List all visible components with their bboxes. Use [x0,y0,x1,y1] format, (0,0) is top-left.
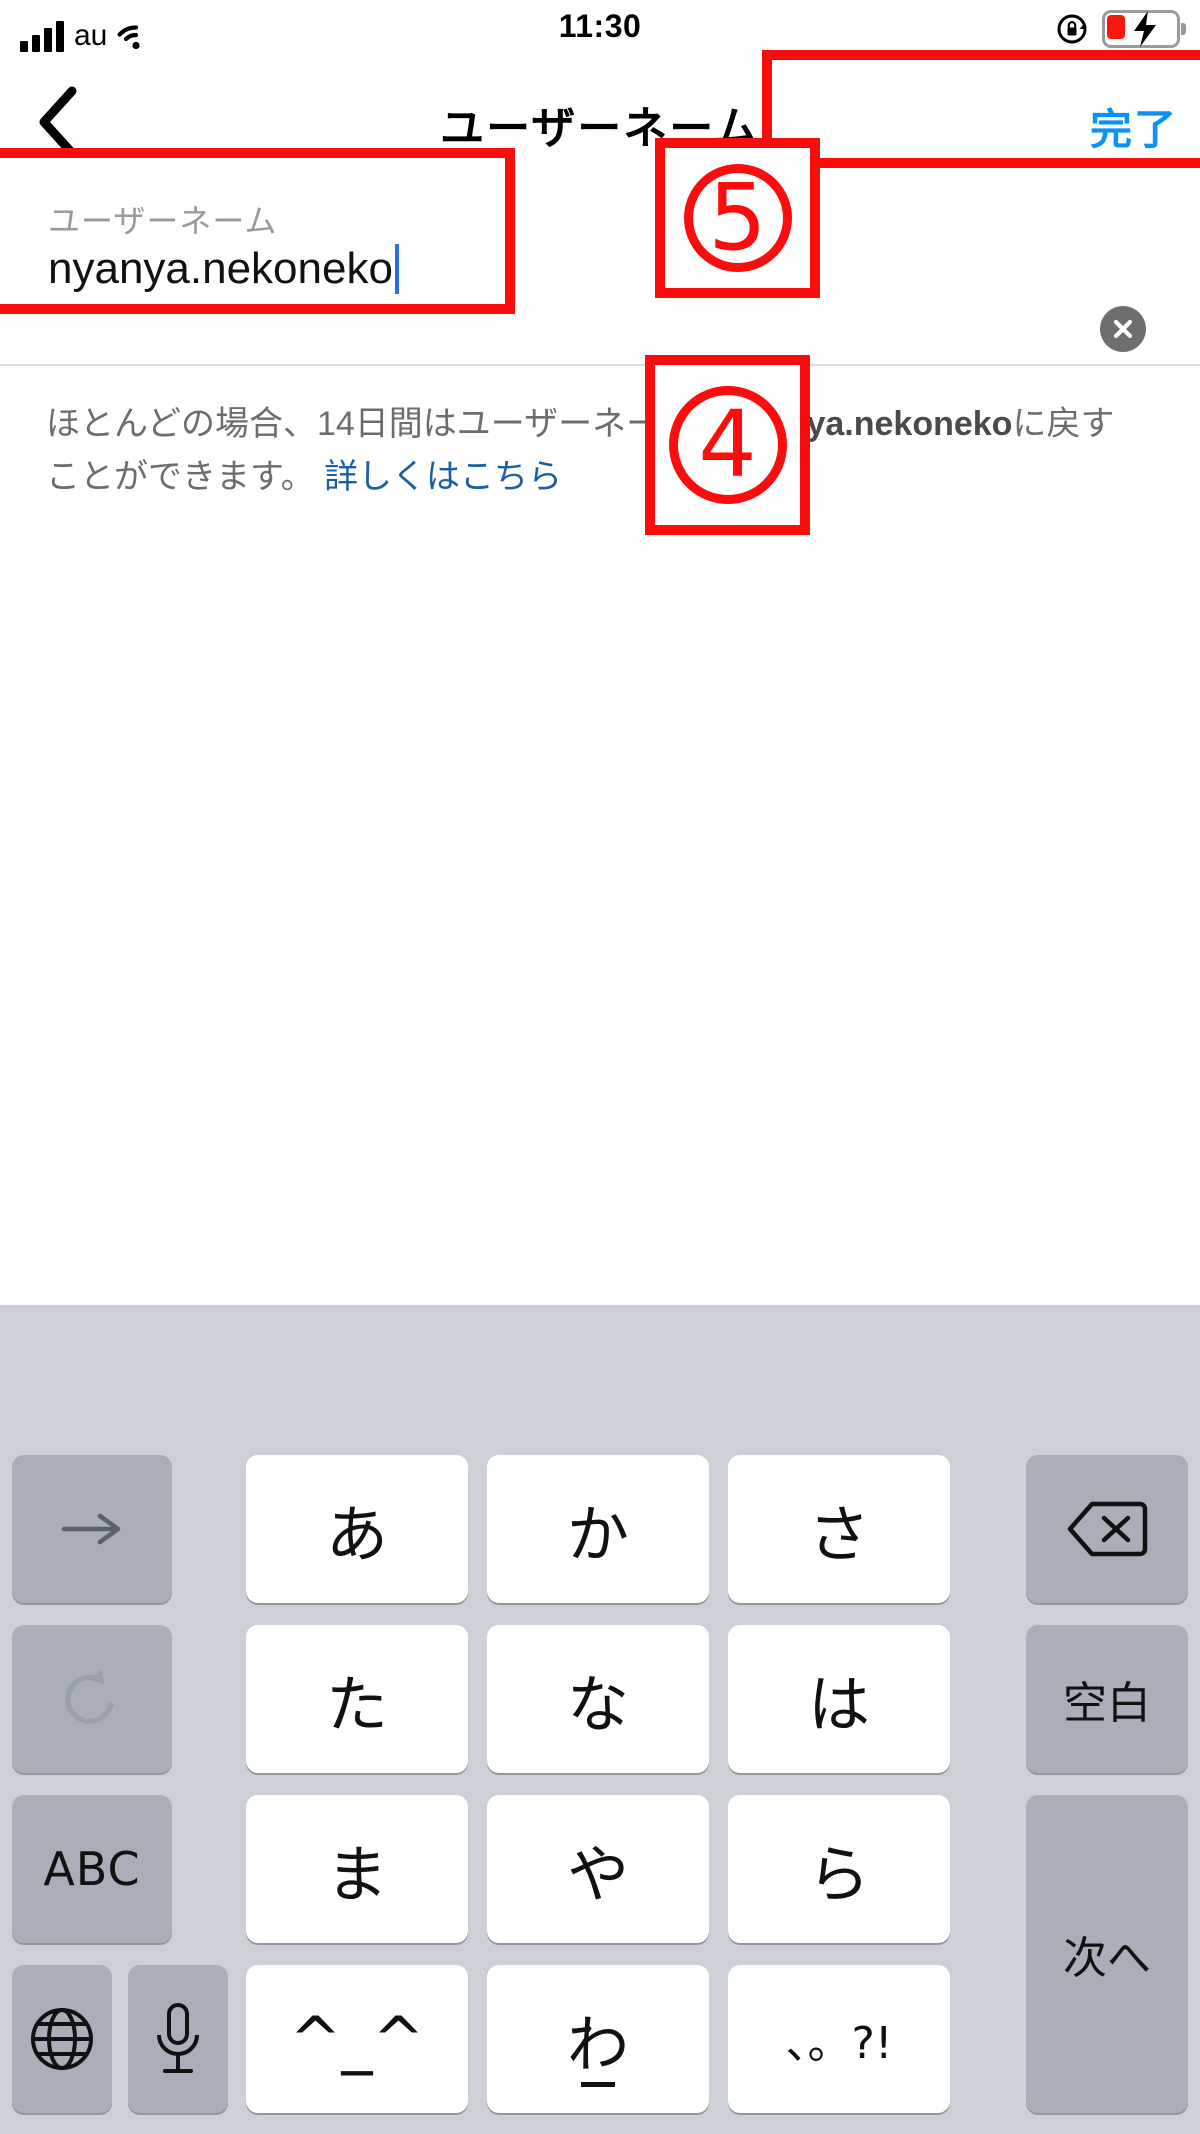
key-na[interactable]: な [487,1625,709,1773]
backspace-icon [1067,1501,1148,1557]
status-bar-right [1054,10,1186,48]
clear-text-button[interactable] [1100,306,1146,352]
annotation-box-done [762,50,1200,168]
key-abc[interactable]: ABC [12,1795,172,1943]
annotation-badge-4-circle: 4 [668,386,787,504]
annotation-badge-5-circle: 5 [683,164,792,272]
clear-circle-x-icon [1113,319,1133,339]
key-undo[interactable] [12,1625,172,1773]
key-wa-label: わ [566,2008,629,2081]
key-ra[interactable]: ら [728,1795,950,1943]
key-ka[interactable]: か [487,1455,709,1603]
key-ta[interactable]: た [246,1625,468,1773]
battery-charging-icon [1102,10,1186,48]
key-emoticon[interactable]: ^_^ [246,1965,468,2113]
key-ma[interactable]: ま [246,1795,468,1943]
phone-screen: au 11:30 ユーザーネーム 完了 ユーザーネーム nyanya.nekon… [0,0,1200,2134]
key-microphone[interactable] [128,1965,228,2113]
key-sa[interactable]: さ [728,1455,950,1603]
learn-more-link[interactable]: 詳しくはこちら [324,458,562,496]
key-a[interactable]: あ [246,1455,468,1603]
key-wa[interactable]: わ [487,1965,709,2113]
status-bar-time: 11:30 [558,8,642,44]
japanese-keyboard: あ か さ た な は 空白 ABC ま や ら 次へ ^_^ わ 、。?! [0,1305,1200,2134]
globe-icon [31,2008,93,2070]
key-ha[interactable]: は [728,1625,950,1773]
annotation-box-field [0,148,515,314]
annotation-badge-4-number: 4 [698,391,757,498]
key-globe[interactable] [12,1965,112,2113]
key-backspace[interactable] [1026,1455,1188,1603]
key-wa-underline [581,2082,615,2087]
microphone-icon [157,2003,199,2073]
annotation-badge-5-number: 5 [708,164,767,271]
helper-text: ほとんどの場合、14日間はユーザーネームをnyanya.nekonekoに戻すこ… [46,398,1146,503]
annotation-badge-4: 4 [645,355,810,535]
field-divider [0,364,1200,366]
arrow-right-icon [61,1513,121,1545]
key-next[interactable]: 次へ [1026,1795,1188,2113]
key-space[interactable]: 空白 [1026,1625,1188,1773]
undo-icon [65,1669,114,1724]
annotation-badge-5: 5 [655,138,820,298]
helper-text-part1: ほとんどの場合、14日間はユーザーネームを [46,405,728,443]
key-move-cursor-right[interactable] [12,1455,172,1603]
key-ya[interactable]: や [487,1795,709,1943]
rotation-lock-icon [1054,11,1090,47]
key-punctuation[interactable]: 、。?! [728,1965,950,2113]
